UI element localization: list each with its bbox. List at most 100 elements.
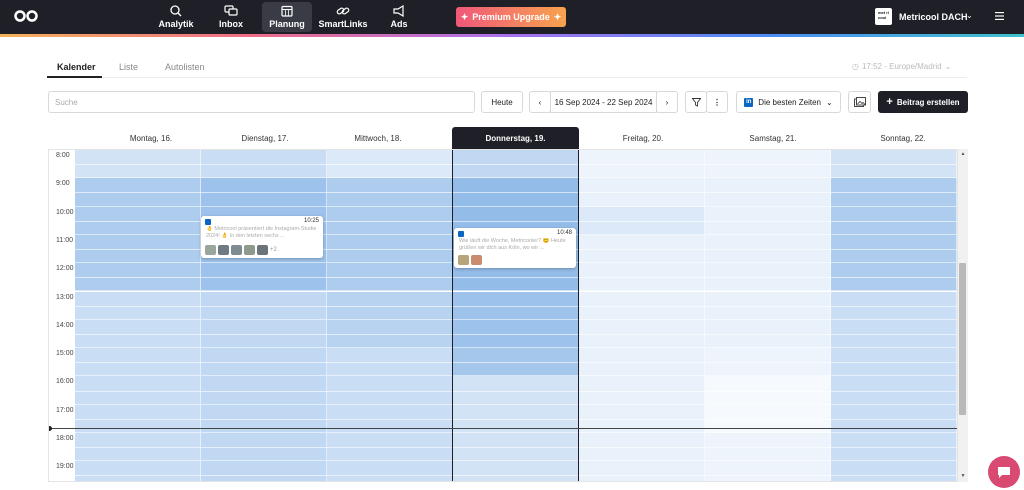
time-slot[interactable] — [579, 461, 705, 481]
post-time: 10:25 — [303, 218, 319, 224]
nav-analytik[interactable]: Analytik — [151, 2, 201, 32]
calendar-grid: 8:00 9:00 10:00 11:00 12:00 13:00 14:00 15:00 16… — [48, 149, 958, 482]
media-thumbnail — [218, 245, 229, 255]
hour-label: 16:00 — [56, 378, 74, 386]
day-header: Sonntag, 22. — [880, 133, 926, 143]
nav-planung[interactable]: Planung — [262, 2, 312, 32]
filter-icon — [691, 97, 701, 107]
media-thumbnails — [458, 255, 482, 265]
chevron-down-icon[interactable]: ⌄ — [966, 11, 973, 20]
clock-icon: ◷ — [852, 62, 859, 71]
search-input[interactable] — [48, 91, 475, 113]
hour-label: 8:00 — [56, 152, 70, 159]
media-thumbnail — [244, 245, 255, 255]
chevron-right-icon: › — [665, 97, 669, 107]
media-thumbnail — [458, 255, 469, 265]
premium-label: Premium Upgrade — [472, 12, 550, 22]
current-time-line — [49, 428, 957, 429]
time-slot[interactable] — [831, 461, 957, 481]
media-thumbnail — [205, 245, 216, 255]
create-post-label: Beitrag erstellen — [896, 97, 960, 107]
hour-label: 9:00 — [56, 180, 70, 188]
hamburger-menu-icon[interactable] — [995, 12, 1004, 20]
hour-label: 15:00 — [56, 350, 74, 358]
hour-label: 17:00 — [56, 406, 74, 414]
sparkle-icon: ✦ — [460, 11, 469, 22]
hour-label: 19:00 — [56, 463, 74, 471]
current-time-dot — [49, 426, 52, 431]
timezone-text: 17:52 - Europe/Madrid — [861, 62, 942, 71]
media-library-button[interactable] — [848, 91, 871, 113]
link-icon — [336, 7, 350, 15]
hour-label: 13:00 — [56, 293, 74, 301]
active-tab-indicator — [47, 76, 102, 78]
time-slot[interactable] — [327, 461, 453, 481]
post-preview-text: 👌 Metricool präsentiert die Instagram-St… — [206, 226, 317, 239]
post-time: 10:48 — [556, 230, 572, 236]
hour-label: 10:00 — [56, 208, 74, 216]
megaphone-icon — [393, 5, 404, 17]
nav-label: SmartLinks — [318, 19, 368, 29]
more-options-button[interactable]: ⋮ — [706, 91, 728, 113]
tabs-divider — [47, 77, 967, 78]
premium-upgrade-button[interactable]: ✦ Premium Upgrade ✦ — [456, 7, 566, 27]
hour-label: 18:00 — [56, 435, 74, 442]
metricool-logo-icon[interactable] — [14, 9, 38, 23]
nav-label: Analytik — [158, 19, 194, 29]
nav-label: Inbox — [219, 19, 243, 29]
day-header: Dienstag, 17. — [241, 133, 289, 143]
time-slot[interactable] — [201, 461, 327, 481]
next-week-button[interactable]: › — [656, 91, 678, 113]
nav-label: Planung — [269, 19, 305, 29]
tab-liste[interactable]: Liste — [119, 62, 138, 72]
nav-inbox[interactable]: Inbox — [206, 2, 256, 32]
calendar-icon — [281, 5, 293, 17]
filter-button[interactable] — [685, 91, 707, 113]
tab-kalender[interactable]: Kalender — [57, 62, 96, 72]
nav-smartlinks[interactable]: SmartLinks — [318, 2, 368, 32]
brand-name[interactable]: Metricool DACH — [899, 12, 968, 22]
scheduled-post-card[interactable]: 10:25 👌 Metricool präsentiert die Instagr… — [201, 216, 323, 258]
nav-label: Ads — [390, 19, 408, 29]
scroll-up-arrow[interactable]: ▲ — [958, 151, 968, 157]
support-chat-button[interactable] — [988, 456, 1020, 488]
chevron-left-icon: ‹ — [538, 97, 542, 107]
media-thumbnail — [257, 245, 268, 255]
nav-ads[interactable]: Ads — [374, 2, 424, 32]
scrollbar-thumb[interactable] — [959, 263, 966, 415]
prev-week-button[interactable]: ‹ — [529, 91, 551, 113]
date-range-picker[interactable]: 16 Sep 2024 - 22 Sep 2024 — [550, 91, 657, 113]
linkedin-icon — [205, 219, 211, 225]
more-media-count: +2 — [270, 247, 277, 253]
chevron-down-icon: ⌄ — [826, 97, 833, 107]
time-slot[interactable] — [75, 461, 201, 481]
today-column-outline — [452, 150, 579, 481]
time-slot[interactable] — [705, 461, 831, 481]
hour-label: 14:00 — [56, 321, 74, 329]
sparkle-icon: ✦ — [553, 11, 562, 22]
images-icon — [853, 97, 866, 107]
vertical-dots-icon: ⋮ — [713, 97, 721, 107]
chat-icon — [998, 466, 1010, 478]
scheduled-post-card[interactable]: 10:48 Wie läuft die Woche, Metricooler? 😊… — [454, 228, 576, 268]
tab-autolisten[interactable]: Autolisten — [165, 62, 205, 72]
week-calendar: Montag, 16. Dienstag, 17. Mittwoch, 18. Don… — [48, 127, 968, 482]
chevron-down-icon: ⌄ — [944, 62, 952, 71]
chat-bubbles-icon — [224, 5, 238, 16]
best-times-label: Die besten Zeiten — [758, 97, 821, 107]
best-times-dropdown[interactable]: in Die besten Zeiten ⌄ — [736, 91, 841, 113]
timezone-selector[interactable]: ◷ 17:52 - Europe/Madrid ⌄ — [852, 62, 951, 71]
scroll-down-arrow[interactable]: ▼ — [958, 473, 968, 479]
hour-label: 11:00 — [56, 236, 73, 244]
day-header: Mittwoch, 18. — [354, 133, 402, 143]
media-thumbnail — [231, 245, 242, 255]
create-post-button[interactable]: + Beitrag erstellen — [878, 91, 968, 113]
day-header-today: Donnerstag, 19. — [452, 127, 579, 149]
brand-avatar[interactable]: met ri cool — [875, 8, 892, 25]
accent-gradient-line — [0, 34, 1024, 37]
media-thumbnails: +2 — [205, 245, 277, 255]
linkedin-icon: in — [744, 97, 754, 107]
today-button[interactable]: Heute — [481, 91, 523, 113]
media-thumbnail — [471, 255, 482, 265]
hour-label: 12:00 — [56, 265, 74, 273]
